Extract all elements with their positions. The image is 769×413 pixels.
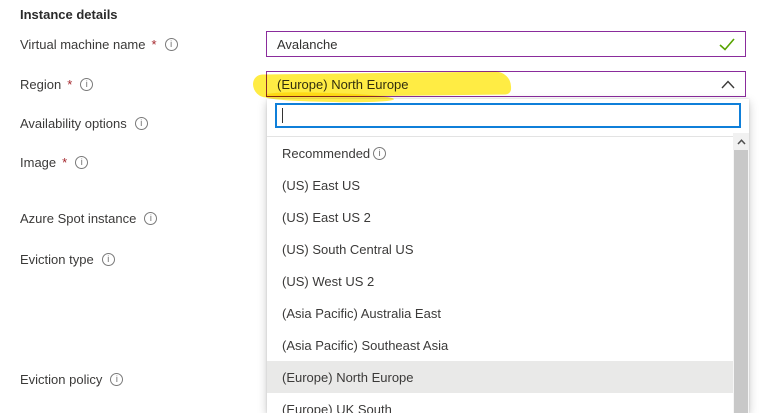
image-label: Image* i (20, 155, 88, 170)
required-marker: * (152, 37, 157, 52)
region-option-selected[interactable]: (Europe) North Europe (267, 361, 733, 393)
region-option[interactable]: (Asia Pacific) Australia East (267, 297, 733, 329)
region-label: Region* i (20, 77, 93, 92)
info-icon[interactable]: i (102, 253, 115, 266)
text-cursor (282, 108, 283, 123)
region-option[interactable]: (US) East US (267, 169, 733, 201)
region-group-header: Recommended i (267, 137, 733, 169)
region-combobox[interactable]: (Europe) North Europe (266, 71, 746, 97)
azure-spot-instance-label: Azure Spot instance i (20, 211, 157, 226)
info-icon[interactable]: i (135, 117, 148, 130)
dropdown-scrollbar[interactable] (733, 133, 749, 413)
eviction-type-label: Eviction type i (20, 252, 115, 267)
region-search-input[interactable] (275, 103, 741, 128)
availability-options-label: Availability options i (20, 116, 148, 131)
required-marker: * (62, 155, 67, 170)
info-icon[interactable]: i (75, 156, 88, 169)
chevron-up-icon[interactable] (721, 80, 735, 89)
valid-check-icon (719, 38, 735, 51)
vm-name-label: Virtual machine name* i (20, 37, 178, 52)
region-option[interactable]: (Asia Pacific) Southeast Asia (267, 329, 733, 361)
eviction-policy-label: Eviction policy i (20, 372, 123, 387)
scrollbar-up-button[interactable] (733, 133, 749, 150)
required-marker: * (67, 77, 72, 92)
region-option[interactable]: (US) South Central US (267, 233, 733, 265)
vm-name-value: Avalanche (277, 37, 711, 52)
info-icon[interactable]: i (144, 212, 157, 225)
region-dropdown-flyout: Recommended i (US) East US (US) East US … (267, 99, 749, 413)
instance-details-form: Instance details Virtual machine name* i… (0, 0, 769, 413)
info-icon[interactable]: i (110, 373, 123, 386)
scroll-up-arrow-icon (737, 139, 746, 145)
region-option[interactable]: (US) West US 2 (267, 265, 733, 297)
info-icon[interactable]: i (165, 38, 178, 51)
info-icon[interactable]: i (373, 147, 386, 160)
region-list: Recommended i (US) East US (US) East US … (267, 136, 749, 413)
region-option[interactable]: (Europe) UK South (267, 393, 733, 413)
section-title: Instance details (20, 7, 118, 22)
region-selected-value: (Europe) North Europe (277, 77, 713, 92)
info-icon[interactable]: i (80, 78, 93, 91)
scrollbar-thumb[interactable] (734, 150, 748, 413)
vm-name-input[interactable]: Avalanche (266, 31, 746, 57)
region-option[interactable]: (US) East US 2 (267, 201, 733, 233)
